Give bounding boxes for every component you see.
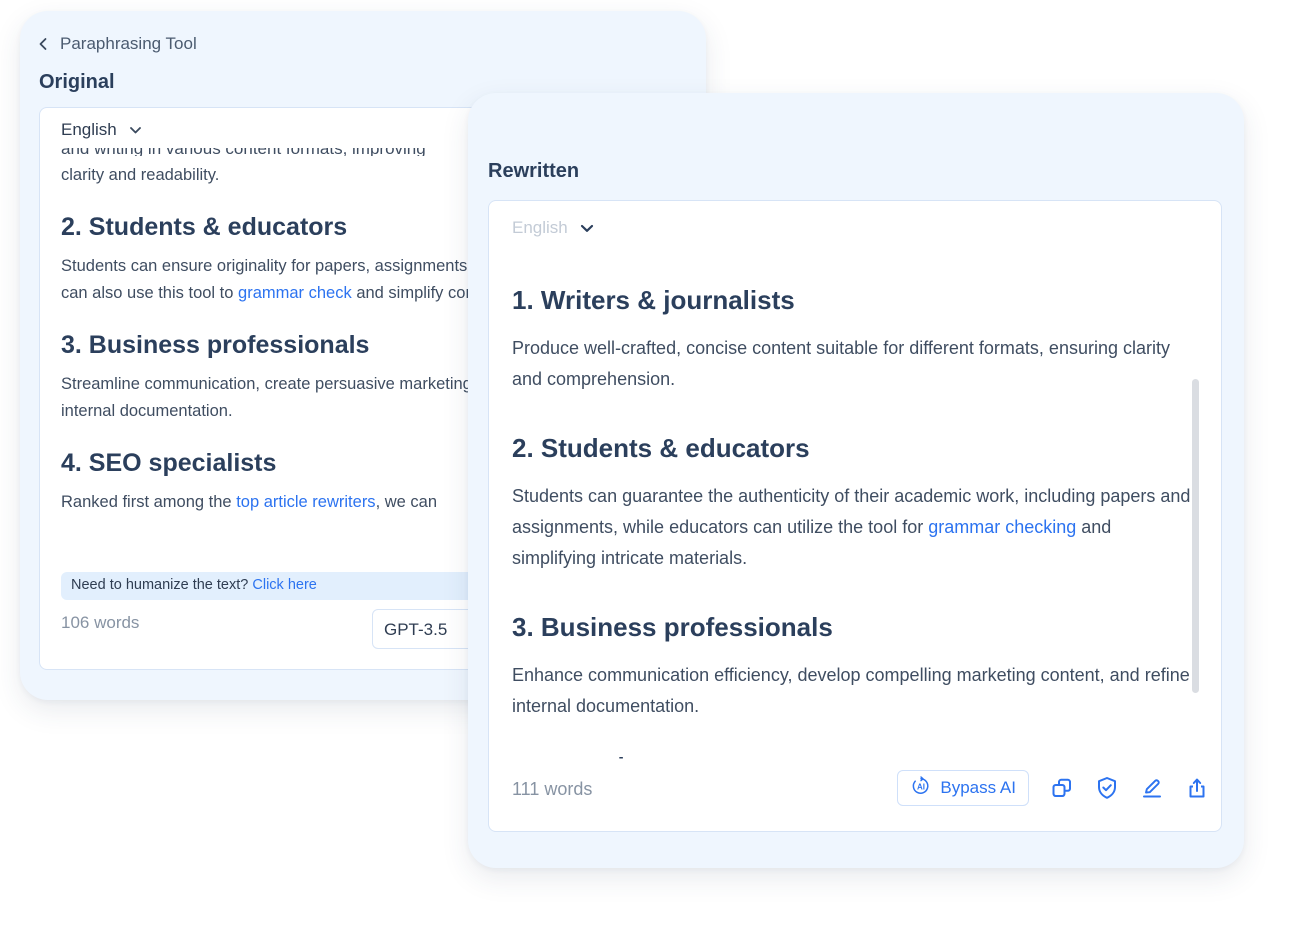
original-word-count: 106 words — [61, 613, 140, 632]
section-text: Students can guarantee the authenticity … — [512, 486, 1191, 568]
language-label: English — [61, 120, 117, 139]
paraphraser-showcase: Paraphrasing Tool Original English and w… — [0, 0, 1305, 946]
rewritten-heading: Rewritten — [488, 160, 580, 182]
rewritten-text-content[interactable]: 1. Writers & journalists Produce well-cr… — [512, 283, 1192, 763]
chevron-left-icon — [38, 37, 48, 51]
edit-icon — [1141, 777, 1163, 799]
copy-button[interactable] — [1049, 776, 1074, 801]
ai-refresh-icon: AI — [911, 775, 931, 801]
shield-check-icon — [1096, 776, 1118, 800]
chevron-down-icon — [580, 218, 594, 238]
section-title: 3. Business professionals — [512, 612, 833, 642]
section-text: Enhance communication efficiency, develo… — [512, 665, 1190, 716]
section-text: Produce well-crafted, concise content su… — [512, 338, 1170, 389]
output-toolbar: AI Bypass AI — [897, 770, 1209, 806]
language-label: English — [512, 218, 568, 237]
original-heading: Original — [39, 71, 115, 93]
rewritten-word-count: 111 words — [512, 779, 593, 799]
rewritten-language-select[interactable]: English — [512, 218, 594, 238]
original-language-select[interactable]: English — [61, 120, 142, 140]
edit-button[interactable] — [1139, 776, 1164, 801]
bypass-ai-button[interactable]: AI Bypass AI — [897, 770, 1029, 806]
humanize-prompt: Need to humanize the text? — [71, 577, 249, 593]
rewritten-editor[interactable]: English 1. Writers & journalists Produce… — [488, 200, 1222, 832]
section-title: 2. Students & educators — [512, 433, 810, 463]
back-to-paraphrasing-tool[interactable]: Paraphrasing Tool — [38, 34, 197, 54]
top-article-rewriters-link[interactable]: top article rewriters — [236, 493, 375, 511]
vertical-scrollbar[interactable] — [1192, 379, 1199, 693]
plagiarism-check-button[interactable] — [1094, 776, 1119, 801]
share-icon — [1186, 777, 1208, 799]
bypass-ai-label: Bypass AI — [940, 778, 1016, 797]
partial-clipped-line: 4. SEO specialists — [512, 757, 1192, 761]
humanize-click-here-link[interactable]: Click here — [252, 577, 316, 593]
chevron-down-icon — [129, 120, 142, 140]
share-button[interactable] — [1184, 776, 1209, 801]
copy-icon — [1051, 777, 1073, 799]
svg-text:AI: AI — [917, 782, 925, 791]
grammar-check-link[interactable]: grammar check — [238, 284, 352, 302]
grammar-checking-link[interactable]: grammar checking — [928, 517, 1076, 537]
section-title: 1. Writers & journalists — [512, 285, 795, 315]
rewritten-panel: Rewritten English 1. Writers & journalis… — [468, 93, 1244, 868]
back-label: Paraphrasing Tool — [60, 34, 197, 53]
